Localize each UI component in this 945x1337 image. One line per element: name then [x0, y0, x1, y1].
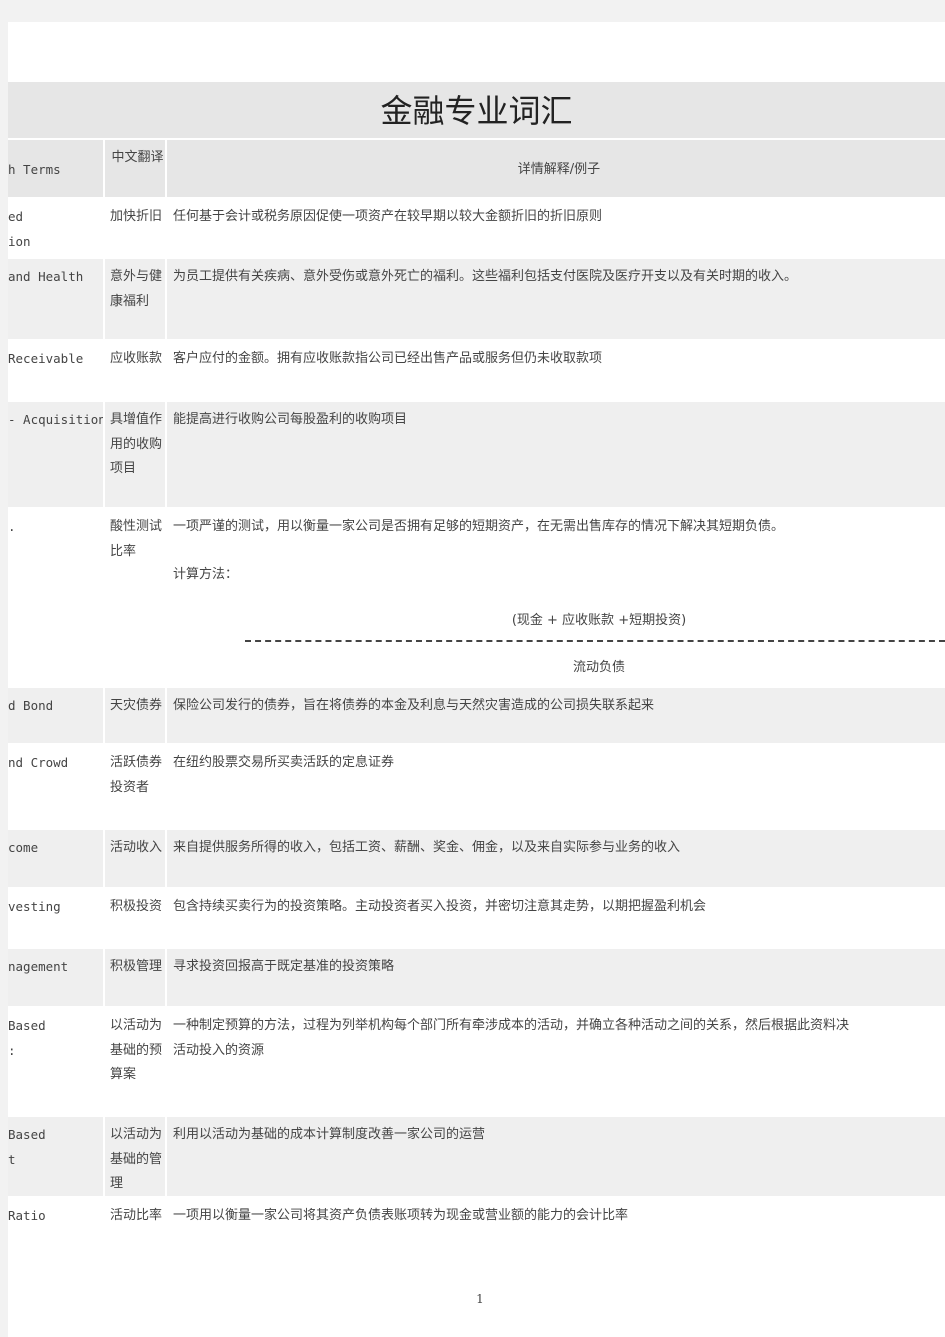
table-row: ed ion 加快折旧 任何基于会计或税务原因促使一项资产在较早期以较大金额折旧的折旧…: [8, 199, 945, 257]
term-english-line: Receivable: [8, 351, 84, 366]
detail-line: 寻求投资回报高于既定基准的投资策略: [173, 959, 395, 974]
detail-line: 保险公司发行的债券，旨在将债券的本金及利息与天然灾害造成的公司损失联系起来: [173, 698, 655, 713]
term-detail: 一项严谨的测试，用以衡量一家公司是否拥有足够的短期资产，在无需出售库存的情况下解…: [167, 509, 945, 686]
term-english-line: t: [8, 1151, 16, 1167]
term-english-line: nagement: [8, 959, 69, 974]
detail-line: 来自提供服务所得的收入，包括工资、薪酬、奖金、佣金，以及来自实际参与业务的收入: [173, 840, 681, 855]
term-chinese: 天灾债券: [105, 688, 165, 743]
term-english-line: - Acquisition: [8, 412, 103, 427]
term-chinese: 应收账款: [105, 341, 165, 400]
term-english-line: ion: [8, 233, 31, 249]
header-detail: 详情解释/例子: [167, 140, 945, 197]
term-english: ed ion: [8, 199, 103, 257]
table-row: Based t 以活动为基础的管理 利用以活动为基础的成本计算制度改善一家公司的运营: [8, 1117, 945, 1196]
term-english-line: d Bond: [8, 698, 54, 713]
detail-line: 一项严谨的测试，用以衡量一家公司是否拥有足够的短期资产，在无需出售库存的情况下解…: [173, 519, 785, 534]
term-detail: 保险公司发行的债券，旨在将债券的本金及利息与天然灾害造成的公司损失联系起来: [167, 688, 945, 743]
term-english-line: Based: [8, 1018, 46, 1033]
term-english: nd Crowd: [8, 745, 103, 828]
detail-line: 客户应付的金额。拥有应收账款指公司已经出售产品或服务但仍未收取款项: [173, 351, 603, 366]
term-detail: 利用以活动为基础的成本计算制度改善一家公司的运营: [167, 1117, 945, 1196]
term-chinese: 活动比率: [105, 1198, 165, 1298]
term-english-line: nd Crowd: [8, 755, 69, 770]
term-english-line: ed: [8, 209, 24, 224]
term-chinese: 加快折旧: [105, 199, 165, 257]
term-chinese: 以活动为基础的管理: [105, 1117, 165, 1196]
term-english: Based:: [8, 1008, 103, 1115]
detail-line: 计算方法：: [173, 566, 239, 582]
detail-line: 为员工提供有关疾病、意外受伤或意外死亡的福利。这些福利包括支付医院及医疗开支以及…: [173, 269, 798, 284]
header-english: h Terms: [8, 140, 103, 197]
table-row: Ratio 活动比率 一项用以衡量一家公司将其资产负债表账项转为现金或营业额的能力的…: [8, 1198, 945, 1298]
term-english-line: vesting: [8, 899, 61, 914]
table-row: Based: 以活动为基础的预算案 一种制定预算的方法，过程为列举机构每个部门所有牵…: [8, 1008, 945, 1115]
table-row: - Acquisition 具增值作用的收购项目 能提高进行收购公司每股盈利的收购项…: [8, 402, 945, 507]
term-chinese: 酸性测试比率: [105, 509, 165, 686]
header-chinese: 中文翻译: [105, 140, 165, 197]
term-english: d Bond: [8, 688, 103, 743]
term-detail: 为员工提供有关疾病、意外受伤或意外死亡的福利。这些福利包括支付医院及医疗开支以及…: [167, 259, 945, 339]
term-english-line: Ratio: [8, 1208, 46, 1223]
term-english-line: come: [8, 840, 39, 855]
term-english-line: .: [8, 519, 16, 534]
term-detail: 能提高进行收购公司每股盈利的收购项目: [167, 402, 945, 507]
term-english: .: [8, 509, 103, 686]
term-chinese: 活动收入: [105, 830, 165, 887]
term-chinese: 积极投资: [105, 889, 165, 947]
table-header: h Terms 中文翻译 详情解释/例子: [8, 140, 945, 197]
detail-line: 一项用以衡量一家公司将其资产负债表账项转为现金或营业额的能力的会计比率: [173, 1208, 629, 1223]
term-chinese: 活跃债券投资者: [105, 745, 165, 828]
table-row: and Health 意外与健康福利 为员工提供有关疾病、意外受伤或意外死亡的福利。…: [8, 259, 945, 339]
table-row: nd Crowd 活跃债券投资者 在纽约股票交易所买卖活跃的定息证券: [8, 745, 945, 828]
term-detail: 包含持续买卖行为的投资策略。主动投资者买入投资，并密切注意其走势，以期把握盈利机…: [167, 889, 945, 947]
term-chinese: 具增值作用的收购项目: [105, 402, 165, 507]
term-detail: 在纽约股票交易所买卖活跃的定息证券: [167, 745, 945, 828]
term-english: Ratio: [8, 1198, 103, 1298]
term-detail: 来自提供服务所得的收入，包括工资、薪酬、奖金、佣金，以及来自实际参与业务的收入: [167, 830, 945, 887]
page-title: 金融专业词汇: [8, 82, 945, 138]
term-detail: 任何基于会计或税务原因促使一项资产在较早期以较大金额折旧的折旧原则: [167, 199, 945, 257]
table-row: nagement 积极管理 寻求投资回报高于既定基准的投资策略: [8, 949, 945, 1006]
detail-line: 包含持续买卖行为的投资策略。主动投资者买入投资，并密切注意其走势，以期把握盈利机…: [173, 899, 707, 914]
term-english: and Health: [8, 259, 103, 339]
term-detail: 客户应付的金额。拥有应收账款指公司已经出售产品或服务但仍未收取款项: [167, 341, 945, 400]
table-row: . 酸性测试比率 一项严谨的测试，用以衡量一家公司是否拥有足够的短期资产，在无需出售…: [8, 509, 945, 686]
term-english: nagement: [8, 949, 103, 1006]
term-english-line: Based: [8, 1127, 46, 1142]
term-detail: 一项用以衡量一家公司将其资产负债表账项转为现金或营业额的能力的会计比率: [167, 1198, 945, 1298]
formula-denominator: 流动负债: [572, 659, 625, 675]
page-number: 1: [476, 1292, 484, 1306]
term-chinese: 以活动为基础的预算案: [105, 1008, 165, 1115]
term-detail: 一种制定预算的方法，过程为列举机构每个部门所有牵涉成本的活动，并确立各种活动之间…: [167, 1008, 945, 1115]
detail-line: 活动投入的资源: [173, 1042, 265, 1058]
term-chinese: 积极管理: [105, 949, 165, 1006]
table-row: vesting 积极投资 包含持续买卖行为的投资策略。主动投资者买入投资，并密切注意…: [8, 889, 945, 947]
formula-numerator: (现金 + 应收账款 +短期投资): [511, 613, 687, 628]
term-english: Based t: [8, 1117, 103, 1196]
detail-line: 一种制定预算的方法，过程为列举机构每个部门所有牵涉成本的活动，并确立各种活动之间…: [173, 1018, 850, 1033]
term-english-line: :: [8, 1042, 16, 1058]
term-english: - Acquisition: [8, 402, 103, 507]
term-english: Receivable: [8, 341, 103, 400]
detail-line: 利用以活动为基础的成本计算制度改善一家公司的运营: [173, 1127, 486, 1142]
detail-line: 任何基于会计或税务原因促使一项资产在较早期以较大金额折旧的折旧原则: [173, 209, 603, 224]
table-row: d Bond 天灾债券 保险公司发行的债券，旨在将债券的本金及利息与天然灾害造成的公…: [8, 688, 945, 743]
table-row: Receivable 应收账款 客户应付的金额。拥有应收账款指公司已经出售产品或服务…: [8, 341, 945, 400]
term-english: come: [8, 830, 103, 887]
detail-line: 能提高进行收购公司每股盈利的收购项目: [173, 412, 408, 427]
term-english-line: and Health: [8, 269, 84, 284]
term-detail: 寻求投资回报高于既定基准的投资策略: [167, 949, 945, 1006]
term-chinese: 意外与健康福利: [105, 259, 165, 339]
table-row: come 活动收入 来自提供服务所得的收入，包括工资、薪酬、奖金、佣金，以及来自实际…: [8, 830, 945, 887]
fraction-line: [245, 639, 945, 642]
term-english: vesting: [8, 889, 103, 947]
detail-line: 在纽约股票交易所买卖活跃的定息证券: [173, 755, 395, 770]
